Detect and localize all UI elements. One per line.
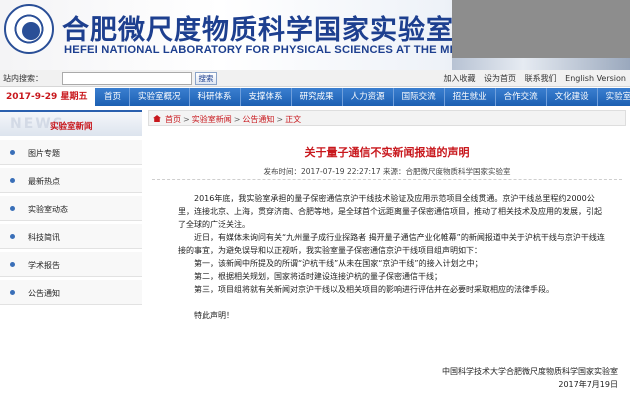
- home-icon: [153, 115, 161, 122]
- sidebar: NEWS 实验室新闻 图片专题 最新热点 实验室动态 科技简讯 学术报告 公告通…: [0, 110, 142, 405]
- sidebar-item-label: 实验室动态: [28, 205, 68, 214]
- breadcrumb-lab-news[interactable]: 实验室新闻: [192, 115, 232, 124]
- article-list-item: 第二，根据相关规划，国家将适时建设连接沪杭的量子保密通信干线；: [194, 272, 442, 281]
- article-body: 2016年底，我实验室承担的量子保密通信京沪干线技术验证及应用示范项目全线贯通。…: [178, 192, 608, 322]
- site-title-en: HEFEI NATIONAL LABORATORY FOR PHYSICAL S…: [64, 44, 518, 56]
- set-homepage-link[interactable]: 设为首页: [484, 74, 516, 83]
- breadcrumb-separator: >: [183, 115, 190, 124]
- sidebar-title: 实验室新闻: [50, 122, 93, 132]
- sidebar-item-hot[interactable]: 最新热点: [0, 168, 142, 193]
- article-paragraph: 近日，有媒体未询问有关“九州量子成行业探路者 揭开量子通信产业化帷幕”的新闻报道…: [178, 233, 605, 255]
- sidebar-item-photos[interactable]: 图片专题: [0, 140, 142, 165]
- add-favorite-link[interactable]: 加入收藏: [444, 74, 476, 83]
- lab-logo[interactable]: [4, 4, 54, 54]
- main-content: 首页 > 实验室新闻 > 公告通知 > 正文 关于量子通信不实新闻报道的声明 发布时间：20…: [148, 110, 626, 405]
- sidebar-item-label: 最新热点: [28, 177, 60, 186]
- sidebar-item-seminars[interactable]: 学术报告: [0, 252, 142, 277]
- nav-item-admissions[interactable]: 招生就业: [445, 88, 496, 106]
- nav-item-lab[interactable]: 实验室: [598, 88, 630, 106]
- nav-item-research[interactable]: 科研体系: [190, 88, 241, 106]
- main-nav: 2017-9-29 星期五 首页 实验室概况 科研体系 支撑体系 研究成果 人力…: [0, 88, 630, 106]
- article-list-item: 第三，项目组将就有关新闻对京沪干线以及相关项目的影响进行评估并在必要时采取相应的…: [194, 285, 554, 294]
- sidebar-item-label: 学术报告: [28, 261, 60, 270]
- sidebar-item-label: 公告通知: [28, 289, 60, 298]
- contact-us-link[interactable]: 联系我们: [525, 74, 557, 83]
- current-date: 2017-9-29 星期五: [0, 88, 95, 106]
- article-closing: 特此声明！: [194, 311, 234, 320]
- article-meta: 发布时间：2017-07-19 22:27:17 来源：合肥微尺度物质科学国家实…: [263, 167, 511, 176]
- logo-emblem-icon: [22, 22, 40, 40]
- sidebar-header: NEWS 实验室新闻: [0, 110, 142, 136]
- bullet-icon: [10, 206, 15, 211]
- signature-date: 2017年7月19日: [558, 380, 618, 389]
- sidebar-item-lab-news[interactable]: 实验室动态: [0, 196, 142, 221]
- search-button[interactable]: 搜索: [195, 72, 217, 85]
- breadcrumb-notices[interactable]: 公告通知: [242, 115, 274, 124]
- nav-item-support[interactable]: 支撑体系: [241, 88, 292, 106]
- sidebar-item-label: 图片专题: [28, 149, 60, 158]
- nav-item-hr[interactable]: 人力资源: [343, 88, 394, 106]
- banner-photo: [452, 58, 630, 70]
- breadcrumb-current: 正文: [285, 115, 302, 124]
- breadcrumb-separator: >: [233, 115, 241, 124]
- bullet-icon: [10, 290, 15, 295]
- breadcrumb-separator: >: [276, 115, 284, 124]
- sidebar-item-label: 科技简讯: [28, 233, 60, 242]
- article-signature: 中国科学技术大学合肥微尺度物质科学国家实验室 2017年7月19日: [358, 365, 618, 391]
- english-version-link[interactable]: English Version: [565, 74, 626, 83]
- site-title-cn: 合肥微尺度物质科学国家实验室(筹): [62, 15, 510, 46]
- search-label: 站内搜索：: [3, 74, 43, 83]
- nav-item-overview[interactable]: 实验室概况: [130, 88, 190, 106]
- redacted-area: [452, 0, 630, 58]
- breadcrumb-trail: 首页 > 实验室新闻 > 公告通知 > 正文: [165, 114, 301, 125]
- sidebar-item-tech-brief[interactable]: 科技简讯: [0, 224, 142, 249]
- article-paragraph: 2016年底，我实验室承担的量子保密通信京沪干线技术验证及应用示范项目全线贯通。…: [178, 194, 602, 229]
- header-banner: 合肥微尺度物质科学国家实验室(筹) HEFEI NATIONAL LABORAT…: [0, 0, 630, 70]
- bullet-icon: [10, 178, 15, 183]
- search-input[interactable]: [62, 72, 192, 85]
- nav-item-cooperation[interactable]: 合作交流: [496, 88, 547, 106]
- nav-item-international[interactable]: 国际交流: [394, 88, 445, 106]
- nav-item-achievements[interactable]: 研究成果: [292, 88, 343, 106]
- bullet-icon: [10, 262, 15, 267]
- top-links: 加入收藏 设为首页 联系我们 English Version: [438, 73, 627, 84]
- bullet-icon: [10, 234, 15, 239]
- signature-org: 中国科学技术大学合肥微尺度物质科学国家实验室: [442, 367, 618, 376]
- nav-item-home[interactable]: 首页: [96, 88, 131, 106]
- divider: [152, 179, 622, 180]
- nav-item-culture[interactable]: 文化建设: [547, 88, 598, 106]
- article-title: 关于量子通信不实新闻报道的声明: [304, 146, 470, 159]
- breadcrumb-home[interactable]: 首页: [165, 115, 181, 124]
- search-bar: 站内搜索： 搜索 加入收藏 设为首页 联系我们 English Version: [0, 70, 630, 87]
- article-list-item: 第一，该新闻中所提及的所谓“沪杭干线”从未在国家“京沪干线”的接入计划之中；: [194, 259, 483, 268]
- bullet-icon: [10, 150, 15, 155]
- breadcrumb: 首页 > 实验室新闻 > 公告通知 > 正文: [148, 110, 626, 126]
- sidebar-item-notices[interactable]: 公告通知: [0, 280, 142, 305]
